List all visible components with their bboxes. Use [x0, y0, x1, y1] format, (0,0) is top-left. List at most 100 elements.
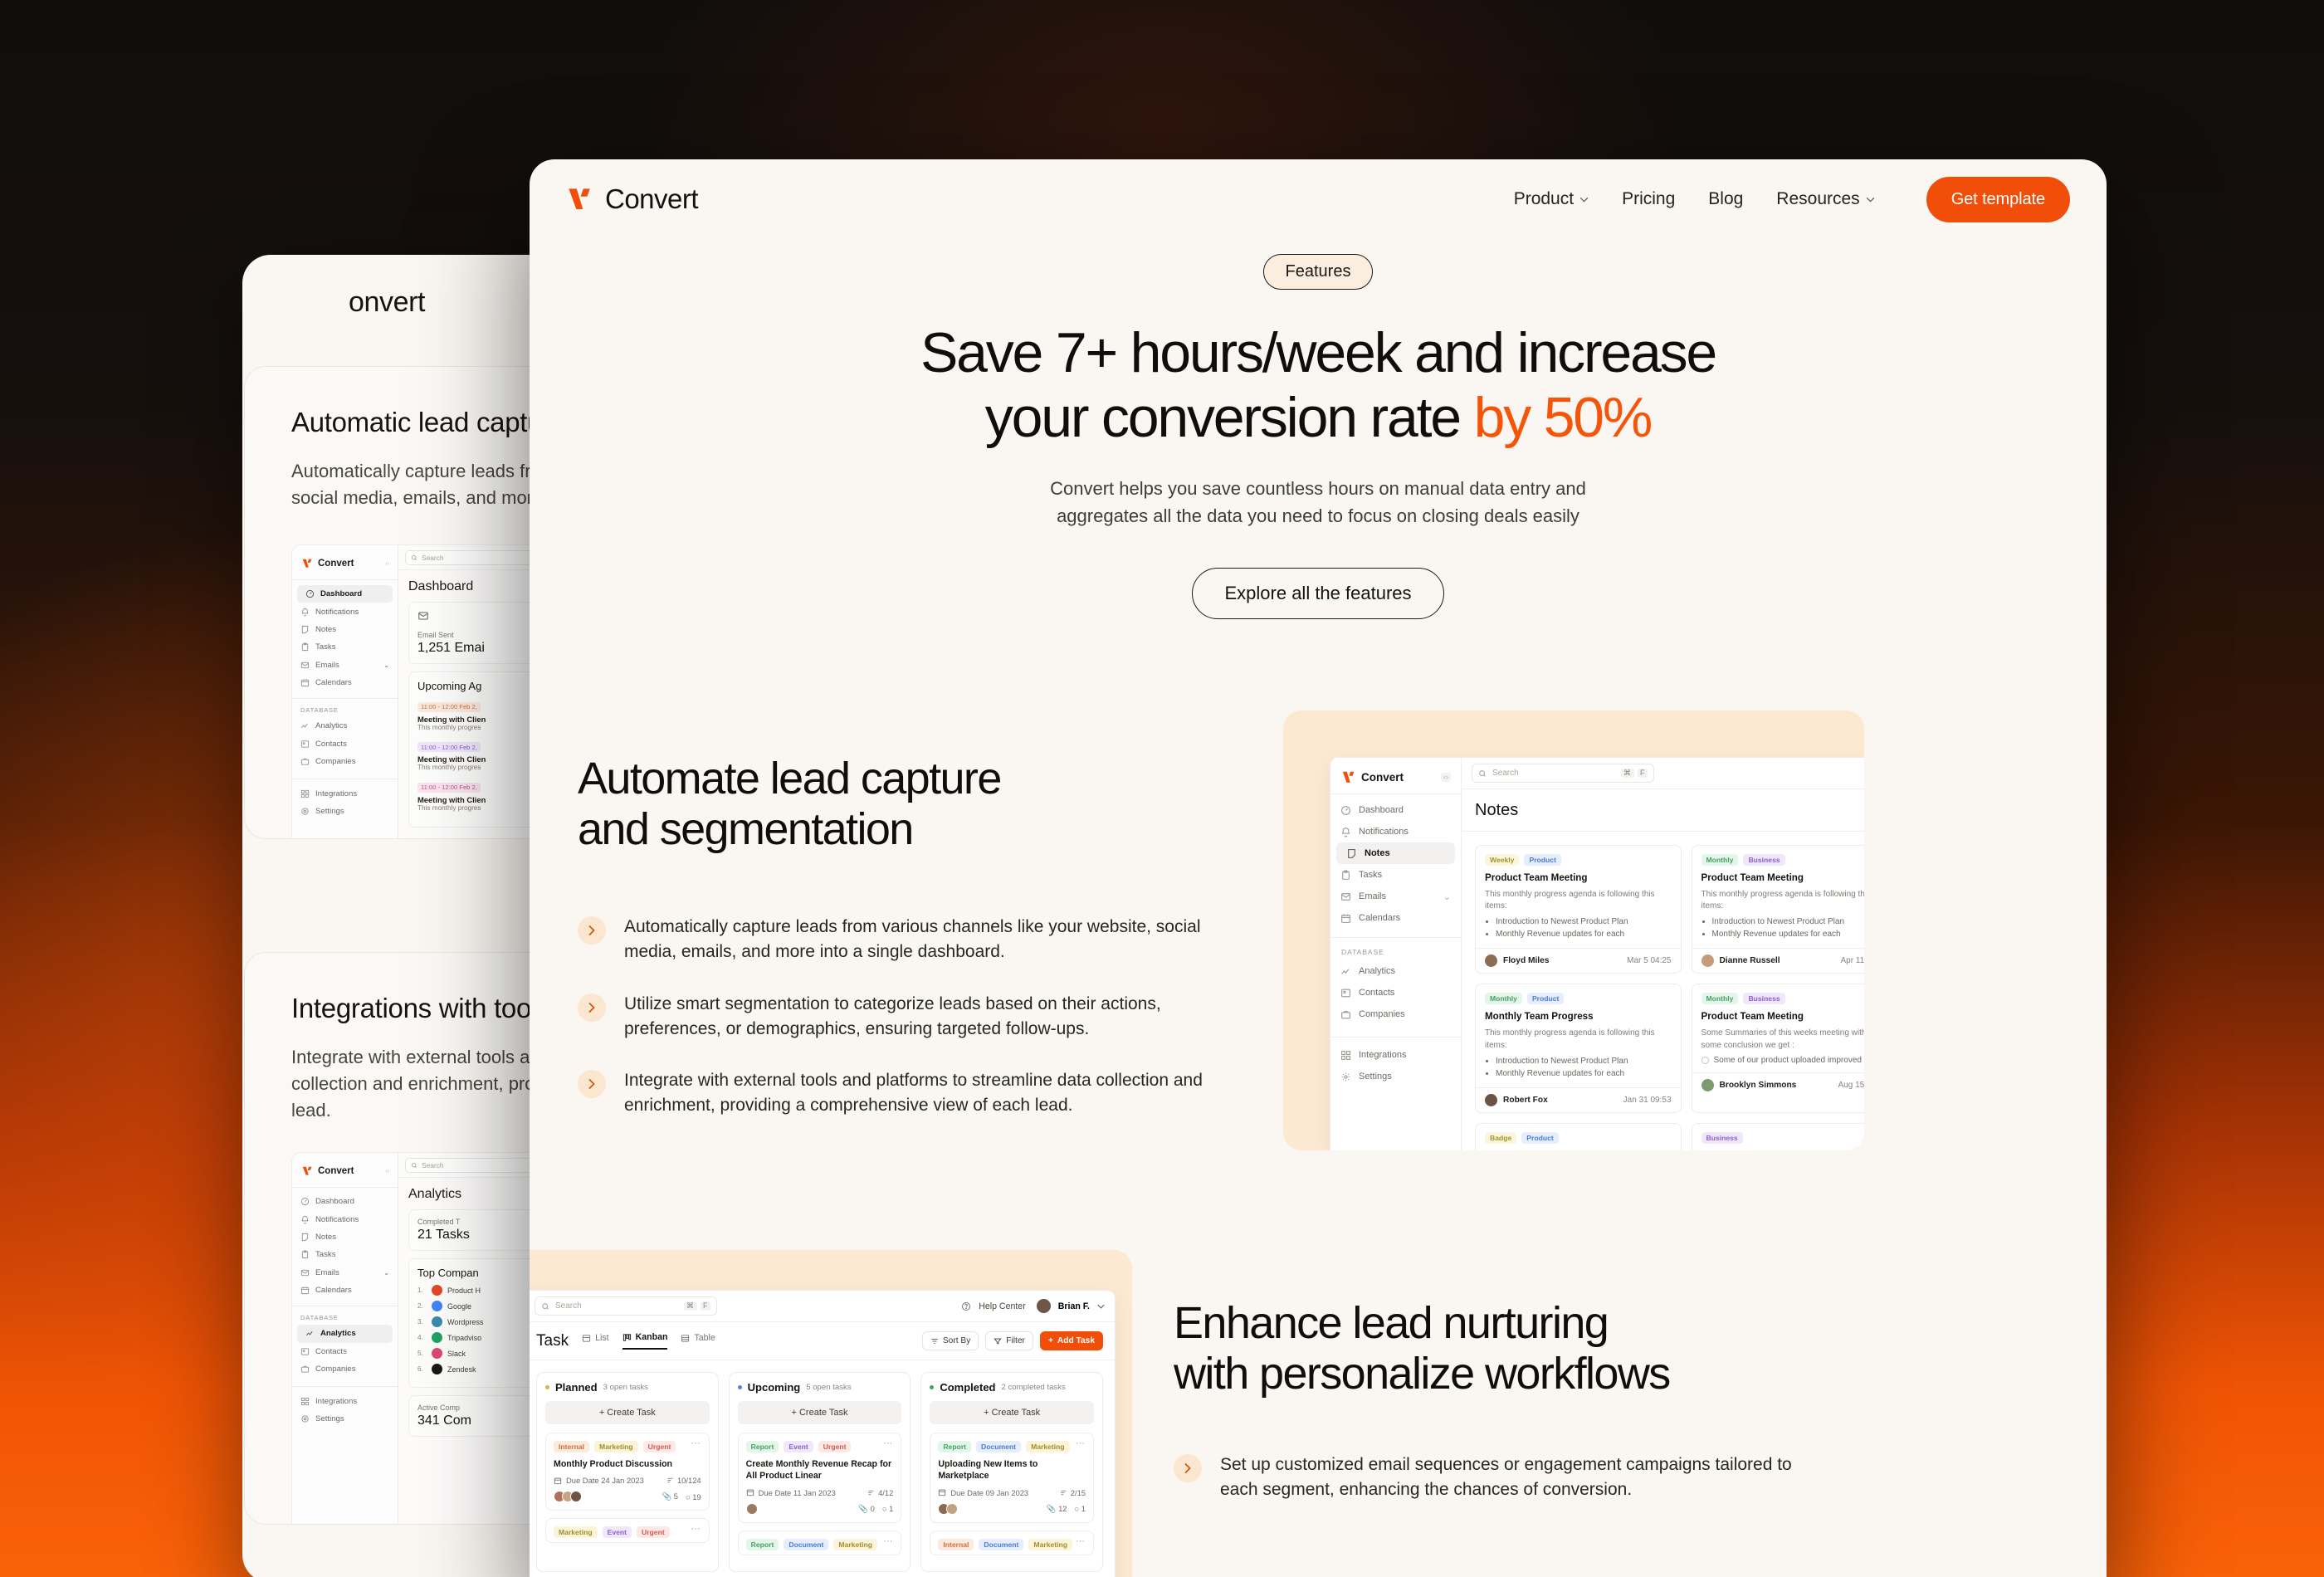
mini-collapse-icon[interactable]: ‹› — [385, 1169, 389, 1174]
value: 0 — [870, 1503, 875, 1513]
feature-1-heading-line-2: and segmentation — [578, 804, 914, 855]
card-menu-icon[interactable]: ⋯ — [883, 1439, 893, 1448]
tab-table[interactable]: Table — [681, 1332, 715, 1350]
nav-item-resources[interactable]: Resources — [1776, 189, 1874, 209]
note-footer: Brooklyn Simmons Aug 15 10:29 — [1692, 1072, 1864, 1097]
chevron-down-icon[interactable] — [1097, 1304, 1105, 1309]
mini-nav-calendars[interactable]: Calendars — [292, 1282, 398, 1299]
mini-nav-tasks[interactable]: Tasks — [292, 638, 398, 656]
create-task-button[interactable]: + Create Task — [545, 1401, 710, 1425]
task-card[interactable]: Report Document Marketing ⋯ — [737, 1530, 902, 1555]
add-task-button[interactable]: + Add Task — [1039, 1331, 1103, 1351]
task-card[interactable]: Report Document Marketing ⋯ Uploading Ne… — [930, 1433, 1094, 1523]
sidebar-item-companies[interactable]: Companies — [1330, 1003, 1461, 1025]
mini-nav-notifications[interactable]: Notifications — [292, 603, 398, 620]
user-menu-label[interactable]: Brian F. — [1058, 1301, 1090, 1311]
mini-nav-integrations[interactable]: Integrations — [292, 1392, 398, 1409]
note-card[interactable]: Weekly Product Product Team Meeting This… — [1475, 845, 1682, 974]
mini-nav-analytics[interactable]: Analytics — [292, 717, 398, 735]
card-progress: 4/12 — [867, 1488, 893, 1497]
task-card[interactable]: Report Event Urgent ⋯ Create Monthly Rev… — [737, 1433, 902, 1523]
avatar — [570, 1491, 582, 1503]
nav-item-pricing[interactable]: Pricing — [1622, 189, 1675, 209]
sidebar-item-notes[interactable]: Notes — [1336, 842, 1455, 865]
mini-collapse-icon[interactable]: ‹› — [385, 561, 389, 567]
card-menu-icon[interactable]: ⋯ — [1076, 1439, 1086, 1448]
card-menu-icon[interactable]: ⋯ — [691, 1525, 701, 1533]
mini-nav-settings[interactable]: Settings — [292, 1410, 398, 1428]
nav-item-product[interactable]: Product — [1514, 189, 1589, 209]
card-menu-icon[interactable]: ⋯ — [883, 1536, 893, 1545]
note-card[interactable]: Monthly Business Product Team Meeting So… — [1691, 984, 1865, 1113]
task-card[interactable]: Internal Marketing Urgent ⋯ Monthly Prod… — [545, 1433, 710, 1511]
label: Dashboard — [315, 1197, 354, 1207]
help-center-link[interactable]: Help Center — [979, 1301, 1026, 1311]
tab-kanban[interactable]: Kanban — [622, 1332, 668, 1350]
chevron-right-icon — [1174, 1454, 1202, 1483]
mini-nav-notifications[interactable]: Notifications — [292, 1210, 398, 1228]
sort-by-button[interactable]: Sort By — [921, 1331, 979, 1351]
sidebar-item-notifications[interactable]: Notifications — [1330, 821, 1461, 842]
mini-nav-integrations[interactable]: Integrations — [292, 784, 398, 802]
mini-nav-settings[interactable]: Settings — [292, 803, 398, 820]
sidebar-item-contacts[interactable]: Contacts — [1330, 982, 1461, 1003]
tab-list[interactable]: List — [582, 1332, 609, 1350]
label: Notifications — [315, 1214, 359, 1224]
note-card[interactable]: Business Revenue Progress — [1691, 1122, 1864, 1151]
sidebar-item-emails[interactable]: Emails ⌄ — [1330, 886, 1461, 907]
sidebar-item-settings[interactable]: Settings — [1330, 1066, 1461, 1087]
mini-nav-emails[interactable]: Emails ⌄ — [292, 657, 398, 674]
mini-nav-contacts[interactable]: Contacts — [292, 1343, 398, 1360]
mini-nav-notes[interactable]: Notes — [292, 1228, 398, 1246]
note-checklist-item[interactable]: Some of our product uploaded improved — [1701, 1056, 1865, 1065]
clipboard-icon — [1340, 870, 1351, 881]
nav-item-blog[interactable]: Blog — [1708, 189, 1743, 209]
mini-nav-companies[interactable]: Companies — [292, 1360, 398, 1378]
mini-nav-dashboard[interactable]: Dashboard — [292, 1193, 398, 1210]
card-menu-icon[interactable]: ⋯ — [1076, 1536, 1086, 1545]
brand-logo[interactable]: Convert — [566, 183, 699, 215]
card-header: Internal Marketing Urgent ⋯ — [554, 1439, 701, 1453]
note-body: Monthly Business Product Team Meeting Th… — [1692, 846, 1864, 948]
mini-nav-notes[interactable]: Notes — [292, 621, 398, 638]
mini-nav-tasks[interactable]: Tasks — [292, 1246, 398, 1263]
notes-app-window: Convert ‹› Dashboard Notifications Notes… — [1330, 757, 1865, 1151]
mini-nav-analytics[interactable]: Analytics — [297, 1325, 393, 1343]
sidebar-collapse-icon[interactable]: ‹› — [1441, 773, 1451, 783]
sidebar-item-analytics[interactable]: Analytics — [1330, 960, 1461, 982]
mini-agenda-time: 11:00 - 12:00 Feb 2, — [417, 782, 481, 793]
app-logo[interactable]: Convert ‹› — [1330, 763, 1461, 793]
task-card[interactable]: Internal Document Marketing ⋯ — [930, 1530, 1094, 1555]
sidebar-item-dashboard[interactable]: Dashboard — [1330, 799, 1461, 821]
sidebar-item-calendars[interactable]: Calendars — [1330, 907, 1461, 929]
sidebar-item-integrations[interactable]: Integrations — [1330, 1044, 1461, 1066]
task-card[interactable]: Marketing Event Urgent ⋯ — [545, 1518, 710, 1544]
note-card[interactable]: Monthly Business Product Team Meeting Th… — [1691, 845, 1864, 974]
feature-1-heading: Automate lead capture and segmentation — [578, 754, 1233, 855]
explore-features-button[interactable]: Explore all the features — [1192, 568, 1444, 620]
note-card[interactable]: Badge Product Weekly Team Progress — [1475, 1122, 1682, 1151]
mail-icon — [418, 612, 428, 620]
note-card[interactable]: Monthly Product Monthly Team Progress Th… — [1475, 984, 1682, 1113]
mini-nav-contacts[interactable]: Contacts — [292, 735, 398, 753]
card-menu-icon[interactable]: ⋯ — [691, 1439, 701, 1448]
mini-nav-companies[interactable]: Companies — [292, 753, 398, 770]
gear-icon — [300, 1414, 310, 1423]
convert-v-logo — [302, 559, 312, 568]
tag: Monthly — [1701, 993, 1739, 1005]
create-task-button[interactable]: + Create Task — [930, 1401, 1094, 1425]
help-circle-icon[interactable] — [961, 1301, 971, 1311]
company-logo-icon — [432, 1348, 442, 1359]
tag: Product — [1524, 854, 1561, 867]
mini-nav-emails[interactable]: Emails ⌄ — [292, 1264, 398, 1282]
bullet-item: Set up customized email sequences or eng… — [1174, 1452, 1804, 1502]
sidebar-item-tasks[interactable]: Tasks — [1330, 864, 1461, 886]
search-icon — [542, 1302, 549, 1310]
search-input[interactable]: Search ⌘ F — [1472, 764, 1654, 784]
search-input[interactable]: Search ⌘ F — [535, 1296, 717, 1316]
get-template-button[interactable]: Get template — [1926, 176, 2070, 222]
filter-button[interactable]: Filter — [985, 1331, 1033, 1351]
mini-nav-calendars[interactable]: Calendars — [292, 674, 398, 691]
mini-nav-dashboard[interactable]: Dashboard — [297, 585, 393, 603]
create-task-button[interactable]: + Create Task — [737, 1401, 902, 1425]
